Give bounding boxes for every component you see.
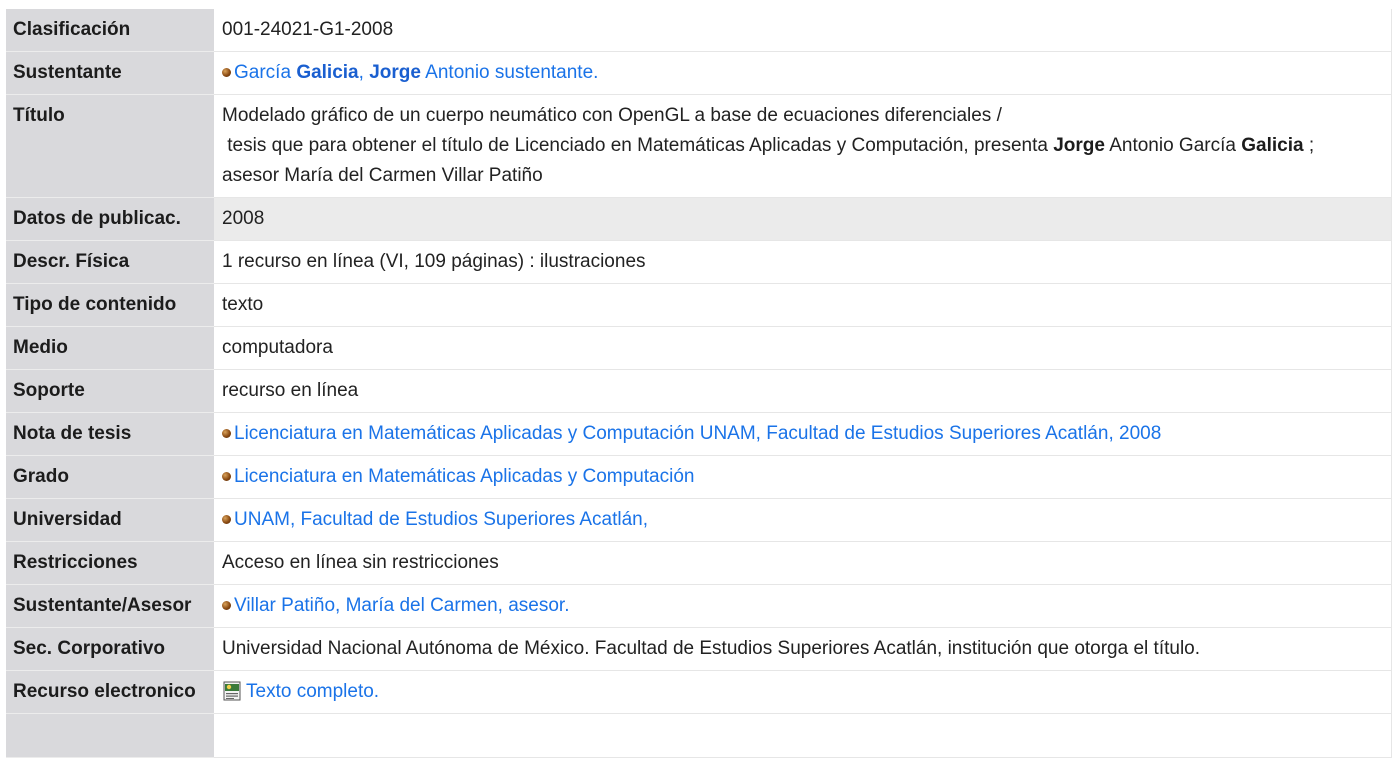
label-restricciones: Restricciones bbox=[6, 541, 214, 585]
value-sec-corporativo: Universidad Nacional Autónoma de México.… bbox=[214, 627, 1392, 671]
label-descr-fisica: Descr. Física bbox=[6, 240, 214, 284]
value-medio: computadora bbox=[214, 326, 1392, 370]
bullet-icon bbox=[222, 429, 231, 438]
label-medio: Medio bbox=[6, 326, 214, 370]
record-table: Clasificación 001-24021-G1-2008 Sustenta… bbox=[6, 9, 1392, 758]
label-universidad: Universidad bbox=[6, 498, 214, 542]
value-descr-fisica: 1 recurso en línea (VI, 109 páginas) : i… bbox=[214, 240, 1392, 284]
grado-link[interactable]: Licenciatura en Matemáticas Aplicadas y … bbox=[234, 466, 694, 487]
row-datos-publicacion: Datos de publicac. 2008 bbox=[6, 197, 1392, 241]
titulo-line-3: asesor María del Carmen Villar Patiño bbox=[222, 165, 543, 186]
label-sec-corporativo: Sec. Corporativo bbox=[6, 627, 214, 671]
value-soporte: recurso en línea bbox=[214, 369, 1392, 413]
value-titulo: Modelado gráfico de un cuerpo neumático … bbox=[214, 94, 1392, 198]
sustentante-highlight: Galicia bbox=[296, 62, 359, 83]
sustentante-part: García bbox=[234, 62, 297, 83]
bullet-icon bbox=[222, 472, 231, 481]
titulo-highlight: Jorge bbox=[1053, 135, 1105, 156]
value-grado: Licenciatura en Matemáticas Aplicadas y … bbox=[214, 455, 1392, 499]
row-sec-corporativo: Sec. Corporativo Universidad Nacional Au… bbox=[6, 627, 1392, 671]
label-recurso-electronico: Recurso electronico bbox=[6, 670, 214, 714]
value-recurso-electronico: Texto completo. bbox=[214, 670, 1392, 714]
label-sustentante-asesor: Sustentante/Asesor bbox=[6, 584, 214, 628]
document-icon bbox=[223, 681, 241, 701]
row-restricciones: Restricciones Acceso en línea sin restri… bbox=[6, 541, 1392, 585]
titulo-text: Antonio García bbox=[1104, 135, 1242, 156]
label-empty bbox=[6, 713, 214, 758]
label-titulo: Título bbox=[6, 94, 214, 198]
row-titulo: Título Modelado gráfico de un cuerpo neu… bbox=[6, 94, 1392, 198]
titulo-line-1: Modelado gráfico de un cuerpo neumático … bbox=[222, 105, 1002, 126]
titulo-text: tesis que para obtener el título de Lice… bbox=[222, 135, 1054, 156]
titulo-line-2: tesis que para obtener el título de Lice… bbox=[222, 131, 1383, 161]
value-sustentante: García Galicia, Jorge Antonio sustentant… bbox=[214, 51, 1392, 95]
texto-completo-link[interactable]: Texto completo. bbox=[222, 681, 379, 702]
nota-tesis-link[interactable]: Licenciatura en Matemáticas Aplicadas y … bbox=[234, 423, 1161, 444]
universidad-link[interactable]: UNAM, Facultad de Estudios Superiores Ac… bbox=[234, 509, 648, 530]
bullet-icon bbox=[222, 601, 231, 610]
label-nota-tesis: Nota de tesis bbox=[6, 412, 214, 456]
value-empty bbox=[214, 713, 1392, 758]
sustentante-highlight: Jorge bbox=[369, 62, 421, 83]
row-tipo-contenido: Tipo de contenido texto bbox=[6, 283, 1392, 327]
value-sustentante-asesor: Villar Patiño, María del Carmen, asesor. bbox=[214, 584, 1392, 628]
sustentante-part: Antonio sustentante. bbox=[420, 62, 599, 83]
row-clasificacion: Clasificación 001-24021-G1-2008 bbox=[6, 9, 1392, 52]
row-sustentante: Sustentante García Galicia, Jorge Antoni… bbox=[6, 51, 1392, 95]
value-restricciones: Acceso en línea sin restricciones bbox=[214, 541, 1392, 585]
sustentante-part: , bbox=[358, 62, 370, 83]
label-sustentante: Sustentante bbox=[6, 51, 214, 95]
titulo-highlight: Galicia bbox=[1241, 135, 1304, 156]
bullet-icon bbox=[222, 68, 231, 77]
row-nota-tesis: Nota de tesis Licenciatura en Matemática… bbox=[6, 412, 1392, 456]
row-sustentante-asesor: Sustentante/Asesor Villar Patiño, María … bbox=[6, 584, 1392, 628]
row-medio: Medio computadora bbox=[6, 326, 1392, 370]
value-universidad: UNAM, Facultad de Estudios Superiores Ac… bbox=[214, 498, 1392, 542]
sustentante-link[interactable]: García Galicia, Jorge Antonio sustentant… bbox=[234, 62, 598, 83]
row-descr-fisica: Descr. Física 1 recurso en línea (VI, 10… bbox=[6, 240, 1392, 284]
label-soporte: Soporte bbox=[6, 369, 214, 413]
row-empty bbox=[6, 713, 1392, 758]
label-tipo-contenido: Tipo de contenido bbox=[6, 283, 214, 327]
titulo-text: ; bbox=[1303, 135, 1315, 156]
row-universidad: Universidad UNAM, Facultad de Estudios S… bbox=[6, 498, 1392, 542]
label-grado: Grado bbox=[6, 455, 214, 499]
asesor-link[interactable]: Villar Patiño, María del Carmen, asesor. bbox=[234, 595, 569, 616]
row-soporte: Soporte recurso en línea bbox=[6, 369, 1392, 413]
row-recurso-electronico: Recurso electronico Texto completo. bbox=[6, 670, 1392, 714]
label-clasificacion: Clasificación bbox=[6, 9, 214, 52]
value-nota-tesis: Licenciatura en Matemáticas Aplicadas y … bbox=[214, 412, 1392, 456]
bullet-icon bbox=[222, 515, 231, 524]
label-datos-publicacion: Datos de publicac. bbox=[6, 197, 214, 241]
value-tipo-contenido: texto bbox=[214, 283, 1392, 327]
value-clasificacion: 001-24021-G1-2008 bbox=[214, 9, 1392, 52]
row-grado: Grado Licenciatura en Matemáticas Aplica… bbox=[6, 455, 1392, 499]
texto-completo-label: Texto completo. bbox=[246, 681, 380, 702]
value-datos-publicacion: 2008 bbox=[214, 197, 1392, 241]
